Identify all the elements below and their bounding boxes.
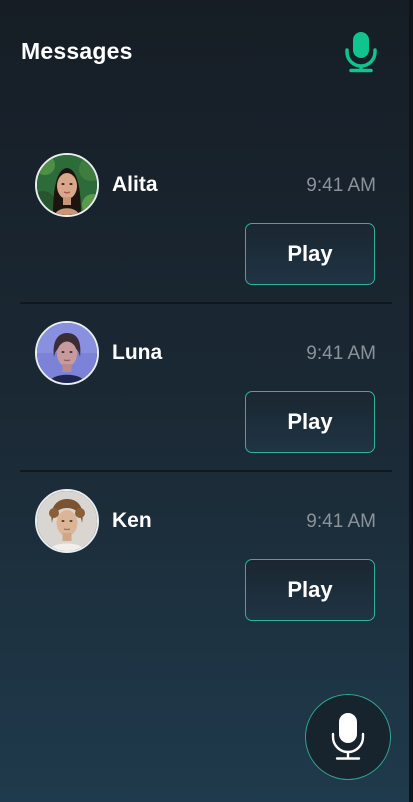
message-list: Alita 9:41 AM Play Luna 9:41 AM Play Ken… — [20, 136, 392, 640]
message-time: 9:41 AM — [306, 175, 376, 196]
window-edge — [409, 0, 413, 802]
avatar — [35, 489, 99, 553]
message-item: Alita 9:41 AM Play — [20, 136, 392, 304]
message-item: Ken 9:41 AM Play — [20, 472, 392, 640]
microphone-icon[interactable] — [343, 31, 379, 73]
avatar — [35, 153, 99, 217]
play-button[interactable]: Play — [245, 559, 375, 621]
message-time: 9:41 AM — [306, 343, 376, 364]
contact-name: Ken — [112, 509, 152, 532]
record-button[interactable] — [305, 694, 391, 780]
contact-name: Alita — [112, 173, 158, 196]
message-item: Luna 9:41 AM Play — [20, 304, 392, 472]
avatar — [35, 321, 99, 385]
play-button[interactable]: Play — [245, 223, 375, 285]
microphone-icon — [331, 713, 365, 760]
message-time: 9:41 AM — [306, 511, 376, 532]
contact-name: Luna — [112, 341, 163, 364]
play-button[interactable]: Play — [245, 391, 375, 453]
messages-screen: Messages Alita 9:41 AM Play Luna 9:41 AM… — [0, 0, 413, 802]
page-title: Messages — [21, 38, 133, 64]
header: Messages — [0, 0, 413, 104]
